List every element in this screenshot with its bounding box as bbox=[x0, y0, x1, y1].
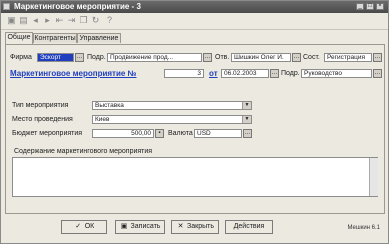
window-title: Маркетинговое мероприятие - 3 bbox=[14, 2, 141, 11]
save-button-label: Записать bbox=[130, 223, 161, 230]
place-label: Место проведения bbox=[12, 116, 73, 123]
save-button[interactable]: ▣ Записать bbox=[115, 220, 165, 234]
sost-label: Сост. bbox=[303, 54, 320, 61]
minimize-icon[interactable]: _ bbox=[356, 3, 364, 10]
version-label: Мешкин 6.1 bbox=[347, 225, 380, 231]
ok-button[interactable]: ✓ ОК bbox=[61, 220, 107, 234]
firma-select-button[interactable]: … bbox=[75, 53, 84, 62]
place-field[interactable]: Киев ▼ bbox=[92, 115, 252, 124]
tab-counterparties[interactable]: Контрагенты bbox=[33, 33, 77, 43]
close-icon[interactable]: × bbox=[376, 3, 384, 10]
document-title-link[interactable]: Маркетинговое мероприятие № bbox=[10, 69, 136, 78]
chevron-down-icon[interactable]: ▼ bbox=[242, 116, 251, 123]
first-icon[interactable]: ⇤ bbox=[55, 16, 64, 25]
toolbar: ▣ ▤ ◂ ▸ ⇤ ⇥ ❐ ↻ ? bbox=[1, 13, 388, 30]
close-button-label: Закрыть bbox=[187, 223, 214, 230]
app-icon bbox=[3, 3, 10, 10]
button-bar: ✓ ОК ▣ Записать ✕ Закрыть Действия Мешкин 6… bbox=[1, 216, 388, 243]
firma-label: Фирма bbox=[10, 54, 32, 61]
podr-field[interactable]: Продвижение прод... bbox=[107, 53, 202, 62]
title-bar: Маркетинговое мероприятие - 3 _ □ × bbox=[1, 1, 388, 13]
otv-field[interactable]: Шишкин Олег И. bbox=[231, 53, 291, 62]
podr-label: Подр. bbox=[87, 54, 106, 61]
actions-button[interactable]: Действия bbox=[225, 220, 273, 234]
type-field[interactable]: Выставка ▼ bbox=[92, 101, 252, 110]
sost-field[interactable]: Регистрация bbox=[324, 53, 372, 62]
content-label: Содержание маркетингового мероприятия bbox=[14, 148, 153, 155]
podr2-select-button[interactable]: … bbox=[373, 69, 382, 78]
currency-field[interactable]: USD bbox=[194, 129, 242, 138]
save-icon[interactable]: ▣ bbox=[7, 16, 16, 25]
copy-icon[interactable]: ❐ bbox=[79, 16, 88, 25]
place-value: Киев bbox=[95, 116, 110, 123]
currency-select-button[interactable]: … bbox=[243, 129, 252, 138]
doc-date-field[interactable]: 06.02.2003 bbox=[221, 69, 269, 78]
floppy-icon: ▣ bbox=[120, 223, 128, 230]
content-scrollbar[interactable] bbox=[369, 158, 378, 196]
currency-label: Валюта bbox=[168, 130, 193, 137]
firma-field[interactable]: Эскорт bbox=[37, 53, 74, 62]
last-icon[interactable]: ⇥ bbox=[67, 16, 76, 25]
podr-select-button[interactable]: … bbox=[203, 53, 212, 62]
document-window: Маркетинговое мероприятие - 3 _ □ × ▣ ▤ … bbox=[0, 0, 389, 244]
content-textarea[interactable] bbox=[12, 157, 378, 197]
budget-label: Бюджет мероприятия bbox=[12, 130, 83, 137]
general-panel: Фирма Эскорт … Подр. Продвижение прод...… bbox=[5, 44, 385, 214]
maximize-icon[interactable]: □ bbox=[366, 3, 374, 10]
podr2-label: Подр. bbox=[281, 70, 300, 77]
calculator-button[interactable]: ▪ bbox=[155, 129, 164, 138]
otv-select-button[interactable]: … bbox=[292, 53, 301, 62]
doc-number-field[interactable]: 3 bbox=[164, 69, 204, 78]
chevron-down-icon[interactable]: ▼ bbox=[242, 102, 251, 109]
tab-management[interactable]: Управление bbox=[77, 33, 121, 43]
next-icon[interactable]: ▸ bbox=[43, 16, 52, 25]
type-value: Выставка bbox=[95, 102, 124, 109]
check-icon: ✓ bbox=[75, 223, 82, 230]
budget-field[interactable]: 500,00 bbox=[92, 129, 154, 138]
actions-button-label: Действия bbox=[233, 223, 265, 230]
help-icon[interactable]: ? bbox=[105, 16, 114, 25]
otv-label: Отв. bbox=[215, 54, 230, 61]
tab-general[interactable]: Общие bbox=[5, 32, 33, 44]
close-x-icon: ✕ bbox=[177, 223, 184, 230]
close-button[interactable]: ✕ Закрыть bbox=[171, 220, 219, 234]
previous-icon[interactable]: ◂ bbox=[31, 16, 40, 25]
type-label: Тип мероприятия bbox=[12, 102, 69, 109]
sost-select-button[interactable]: … bbox=[373, 53, 382, 62]
print-icon[interactable]: ▤ bbox=[19, 16, 28, 25]
ok-button-label: ОК bbox=[84, 223, 95, 230]
date-label: от bbox=[209, 69, 218, 78]
refresh-icon[interactable]: ↻ bbox=[91, 16, 100, 25]
calendar-button[interactable]: … bbox=[270, 69, 279, 78]
podr2-field[interactable]: Руководство bbox=[301, 69, 372, 78]
